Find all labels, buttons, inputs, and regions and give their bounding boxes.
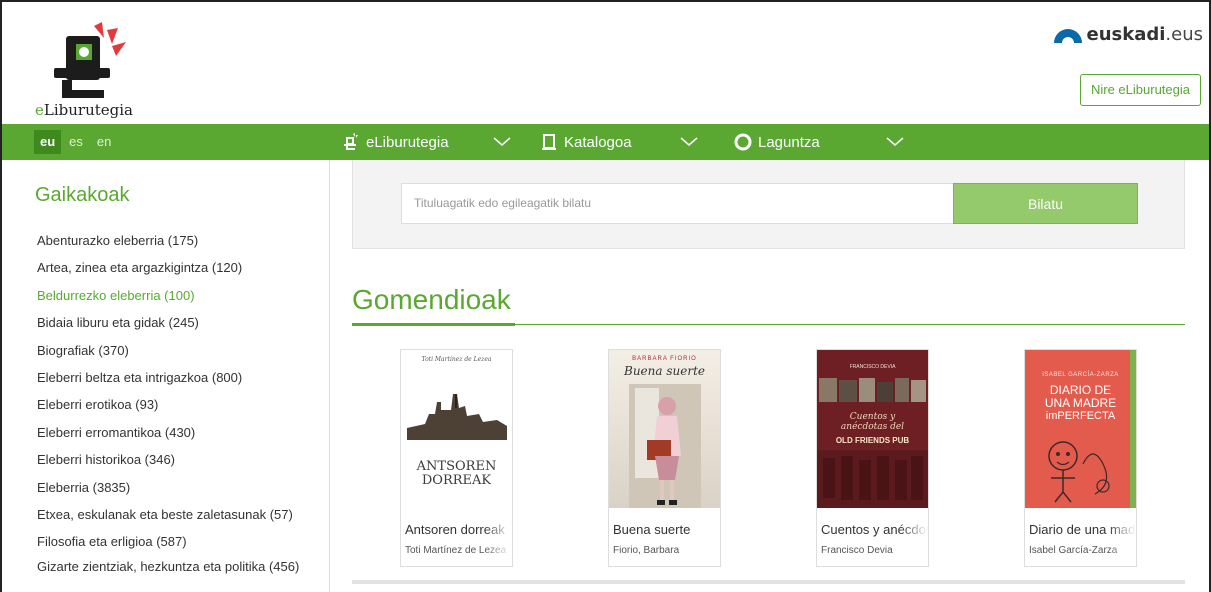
eliburutegia-icon [344,133,358,150]
lang-eu[interactable]: eu [34,130,62,154]
menu-laguntza[interactable]: Laguntza [734,124,904,160]
cover-title-line1: ANTSOREN [416,459,497,474]
logo-wordmark: eLiburutegia [35,101,133,119]
chevron-down-icon [493,137,511,146]
category-item[interactable]: Bidaia liburu eta gidak (245) [37,314,322,341]
woman-with-suitcase-illustration-icon [629,384,701,508]
group-photo-icon [817,450,928,508]
text-fade [900,518,928,558]
nire-eliburutegia-button[interactable]: Nire eLiburutegia [1079,74,1201,106]
carousel-bottom-bar [352,580,1185,584]
chevron-down-icon [886,137,904,146]
menu-eliburutegia-label: eLiburutegia [366,133,449,151]
category-item[interactable]: Gizarte zientziak, hezkuntza eta politik… [37,560,322,591]
cover-title-line2: anécdotas del [840,422,905,432]
category-item[interactable]: Biografiak (370) [37,342,322,369]
menu-eliburutegia[interactable]: eLiburutegia [342,124,511,160]
lang-en[interactable]: en [91,130,117,154]
book-cover[interactable]: ISABEL GARCÍA-ZARZA DIARIO DE UNA MADRE … [1025,350,1136,508]
category-item[interactable]: Etxea, eskulanak eta beste zaletasunak (… [37,506,322,533]
pub-photo-strip-icon [819,378,926,402]
category-item[interactable]: Eleberri erromantikoa (430) [37,424,322,451]
category-item[interactable]: Eleberri erotikoa (93) [37,396,322,423]
category-item-active[interactable]: Beldurrezko eleberria (100) [37,287,322,314]
cover-author: Toti Martínez de Lezea [421,356,492,363]
search-button[interactable]: Bilatu [953,183,1138,224]
cover-title-line2: DORREAK [421,473,492,488]
book-title[interactable]: Buena suerte [613,522,720,537]
text-fade [484,518,512,558]
menu-katalogoa-label: Katalogoa [564,133,632,151]
cover-title-line2: UNA MADRE [1044,396,1117,410]
chevron-down-icon [680,137,698,146]
search-input[interactable]: Tituluagatik edo egileagatik bilatu [401,183,953,224]
text-fade [1108,518,1136,558]
main-nav: eu es en eLiburutegia Katalogoa Laguntza [2,124,1209,160]
towers-illustration-icon [407,394,507,440]
euskadi-brand-text: euskadi [1086,24,1166,45]
section-divider-accent [352,323,515,326]
cover-title-line3: imPERFECTA [1045,410,1116,422]
book-cover[interactable]: Toti Martínez de Lezea ANTSOREN DORREAK [401,350,512,508]
language-switcher: eu es en [34,130,117,154]
euskadi-arc-icon [1054,28,1083,43]
book-icon [542,134,556,150]
cover-author: ISABEL GARCÍA-ZARZA [1042,372,1119,378]
cover-author: BARBARA FIORIO [632,356,697,362]
recommendations-title: Gomendioak [352,284,511,315]
euskadi-domain-text: .eus [1165,24,1203,45]
site-header: eLiburutegia euskadi.eus Nire eLiburuteg… [2,2,1209,122]
cover-title-line3: OLD FRIENDS PUB [835,436,910,445]
book-card[interactable]: BARBARA FIORIO Buena suerte Buena suerte… [608,349,721,567]
child-drawing-icon [1048,441,1110,503]
book-author: Fiorio, Barbara [613,545,680,556]
book-cover[interactable]: BARBARA FIORIO Buena suerte [609,350,720,508]
cover-title-line1: Buena suerte [624,364,705,378]
cover-title-line1: Cuentos y [849,412,896,422]
category-item[interactable]: Eleberri beltza eta intrigazkoa (800) [37,369,322,396]
book-card[interactable]: FRANCISCO DEVIA Cuentos y anécdotas del … [816,349,929,567]
category-item[interactable]: Filosofia eta erligioa (587) [37,533,322,560]
book-cover[interactable]: FRANCISCO DEVIA Cuentos y anécdotas del … [817,350,928,508]
category-list: Abenturazko eleberria (175) Artea, zinea… [37,232,322,591]
menu-laguntza-label: Laguntza [758,133,820,151]
cover-author: FRANCISCO DEVIA [849,364,896,370]
lifebuoy-icon [734,133,752,151]
euskadi-wordmark: euskadi.eus [1086,24,1203,45]
menu-katalogoa[interactable]: Katalogoa [540,124,698,160]
search-panel: Tituluagatik edo egileagatik bilatu Bila… [352,160,1185,249]
category-item[interactable]: Artea, zinea eta argazkigintza (120) [37,259,322,286]
section-divider [352,323,1185,326]
category-item[interactable]: Eleberri historikoa (346) [37,451,322,478]
logo-wordmark-rest: Liburutegia [43,101,133,119]
category-item[interactable]: Eleberria (3835) [37,479,322,506]
logo-wordmark-prefix: e [35,101,44,119]
book-carousel: Toti Martínez de Lezea ANTSOREN DORREAK … [352,349,1185,569]
euskadi-link[interactable]: euskadi.eus [1054,24,1203,45]
book-card[interactable]: ISABEL GARCÍA-ZARZA DIARIO DE UNA MADRE … [1024,349,1137,567]
category-item[interactable]: Abenturazko eleberria (175) [37,232,322,259]
category-sidebar: Gaikakoak Abenturazko eleberria (175) Ar… [2,160,330,592]
book-card[interactable]: Toti Martínez de Lezea ANTSOREN DORREAK … [400,349,513,567]
sidebar-title: Gaikakoak [35,184,130,206]
lang-es[interactable]: es [63,130,89,154]
